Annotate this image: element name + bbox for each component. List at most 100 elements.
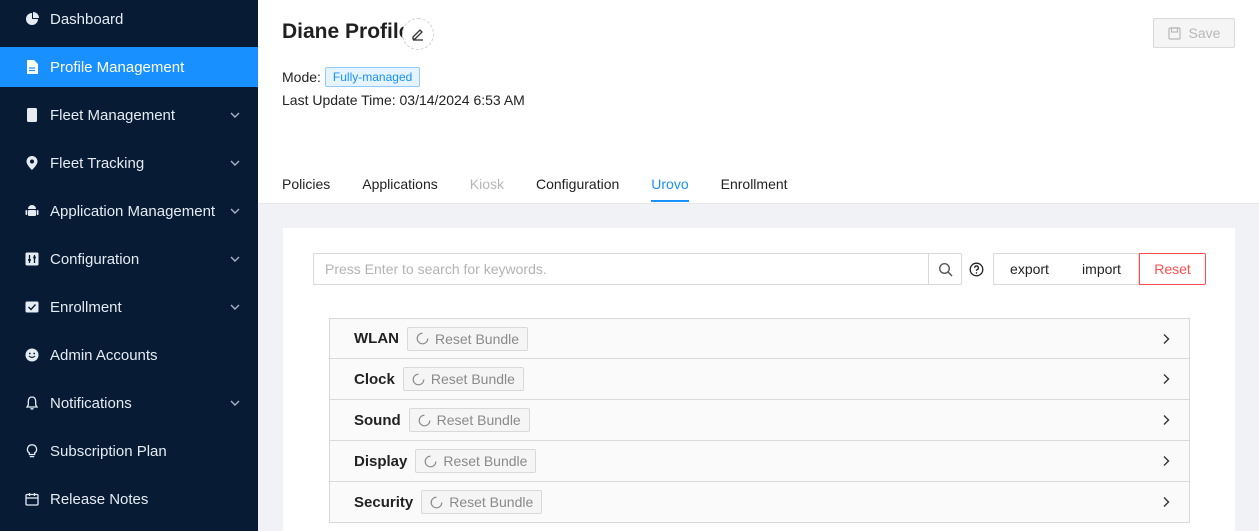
sidebar-item-label: Dashboard: [50, 10, 124, 28]
chevron-right-icon: [1159, 413, 1173, 427]
bundle-row-clock[interactable]: Clock Reset Bundle: [329, 359, 1190, 400]
chevron-down-icon: [228, 396, 242, 410]
chevron-right-icon: [1159, 332, 1173, 346]
tablet-icon: [24, 107, 40, 123]
sidebar-item-label: Configuration: [50, 250, 140, 268]
sidebar-item-label: Release Notes: [50, 490, 149, 508]
reload-icon: [430, 496, 443, 508]
tab-applications[interactable]: Applications: [362, 176, 438, 200]
smiley-icon: [24, 347, 40, 363]
sidebar-item-label: Fleet Tracking: [50, 154, 145, 172]
bundle-row-sound[interactable]: Sound Reset Bundle: [329, 400, 1190, 441]
tab-urovo[interactable]: Urovo: [651, 176, 689, 202]
reload-icon: [424, 455, 437, 467]
bundle-name: Security: [354, 493, 414, 511]
reset-bundle-label: Reset Bundle: [449, 494, 534, 510]
sidebar-item-fleet-management[interactable]: Fleet Management: [0, 95, 258, 135]
sidebar-item-profile-management[interactable]: Profile Management: [0, 47, 258, 87]
tab-configuration[interactable]: Configuration: [536, 176, 619, 200]
calendar-icon: [24, 491, 40, 507]
reset-bundle-button[interactable]: Reset Bundle: [421, 490, 543, 514]
search-icon: [938, 262, 952, 276]
reload-icon: [412, 373, 425, 385]
profile-header: Diane Profile Save Mode: Fully-managed L…: [258, 0, 1259, 204]
urovo-panel: export import Reset WLANReset BundleCloc…: [283, 228, 1235, 531]
chevron-down-icon: [228, 252, 242, 266]
search-box: [313, 253, 962, 285]
sidebar-item-label: Application Management: [50, 202, 216, 220]
reset-bundle-label: Reset Bundle: [443, 453, 528, 469]
dashboard-icon: [24, 11, 40, 27]
mode-badge: Fully-managed: [324, 67, 421, 87]
bundle-row-security[interactable]: Security Reset Bundle: [329, 482, 1190, 523]
chevron-right-icon: [1159, 372, 1173, 386]
reset-bundle-label: Reset Bundle: [435, 330, 520, 347]
tab-policies[interactable]: Policies: [282, 176, 330, 200]
sliders-icon: [24, 251, 40, 267]
sidebar-item-configuration[interactable]: Configuration: [0, 239, 258, 279]
save-icon: [1167, 26, 1181, 40]
profile-tabs: Policies Applications Kiosk Configuration Ur…: [282, 176, 820, 202]
chevron-down-icon: [228, 156, 242, 170]
enrollment-icon: [24, 299, 40, 315]
export-button[interactable]: export: [993, 253, 1066, 285]
chevron-down-icon: [228, 108, 242, 122]
sidebar-item-application-management[interactable]: Application Management: [0, 191, 258, 231]
reload-icon: [416, 332, 429, 345]
sidebar-item-fleet-tracking[interactable]: Fleet Tracking: [0, 143, 258, 183]
reset-bundle-button[interactable]: Reset Bundle: [407, 326, 529, 351]
search-button[interactable]: [928, 254, 961, 284]
sidebar-item-label: Fleet Management: [50, 106, 176, 124]
reset-bundle-button[interactable]: Reset Bundle: [415, 449, 537, 473]
sidebar-item-subscription-plan[interactable]: Subscription Plan: [0, 431, 258, 471]
chevron-down-icon: [228, 204, 242, 218]
edit-title-button[interactable]: [402, 18, 434, 50]
import-button[interactable]: import: [1065, 253, 1139, 285]
last-update-label: Last Update Time:: [282, 92, 396, 108]
search-input[interactable]: [314, 254, 928, 284]
android-icon: [24, 203, 40, 219]
bundle-name: Sound: [354, 411, 401, 429]
save-label: Save: [1188, 25, 1221, 41]
last-update-value: 03/14/2024 6:53 AM: [399, 92, 525, 108]
bundle-row-wlan[interactable]: WLAN Reset Bundle: [329, 318, 1190, 359]
mode-row: Mode: Fully-managed: [282, 67, 421, 87]
bundle-name: Clock: [354, 370, 395, 388]
bundle-row-display[interactable]: Display Reset Bundle: [329, 441, 1190, 482]
file-icon: [24, 59, 40, 75]
bundle-name: WLAN: [354, 330, 399, 347]
sidebar-item-label: Admin Accounts: [50, 346, 158, 364]
reset-bundle-button[interactable]: Reset Bundle: [408, 408, 530, 432]
chevron-right-icon: [1159, 454, 1173, 468]
reset-bundle-button[interactable]: Reset Bundle: [402, 367, 524, 391]
tab-kiosk: Kiosk: [469, 176, 504, 192]
sidebar-item-enrollment[interactable]: Enrollment: [0, 287, 258, 327]
location-icon: [24, 155, 40, 171]
reset-bundle-label: Reset Bundle: [430, 371, 515, 387]
last-update-row: Last Update Time: 03/14/2024 6:53 AM: [282, 92, 525, 108]
chevron-down-icon: [228, 300, 242, 314]
sidebar-item-label: Subscription Plan: [50, 442, 167, 460]
bundle-name: Display: [354, 452, 408, 470]
sidebar-item-release-notes[interactable]: Release Notes: [0, 479, 258, 519]
tab-enrollment[interactable]: Enrollment: [721, 176, 788, 200]
reset-bundle-label: Reset Bundle: [436, 412, 521, 428]
sidebar-item-dashboard[interactable]: Dashboard: [0, 0, 258, 39]
help-icon[interactable]: [967, 260, 985, 278]
bell-icon: [24, 395, 40, 411]
save-button[interactable]: Save: [1153, 18, 1235, 48]
sidebar-item-label: Notifications: [50, 394, 132, 412]
bundle-list: WLAN Reset Bundle Clock Reset Bundle Sound Re…: [329, 318, 1190, 523]
mode-label: Mode:: [282, 69, 321, 85]
sidebar-item-label: Profile Management: [50, 58, 185, 76]
sidebar-item-admin-accounts[interactable]: Admin Accounts: [0, 335, 258, 375]
chevron-right-icon: [1159, 495, 1173, 509]
pencil-icon: [412, 29, 423, 41]
sidebar: Dashboard Profile Management Fleet Managem…: [0, 0, 258, 531]
reload-icon: [418, 414, 431, 426]
sidebar-item-label: Enrollment: [50, 298, 122, 316]
reset-button[interactable]: Reset: [1139, 253, 1206, 285]
page-title: Diane Profile: [282, 20, 411, 43]
bulb-icon: [24, 443, 40, 459]
sidebar-item-notifications[interactable]: Notifications: [0, 383, 258, 423]
